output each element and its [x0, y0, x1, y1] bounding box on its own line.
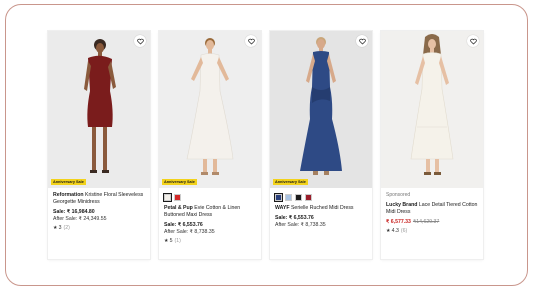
favorite-heart-icon[interactable] — [245, 35, 257, 47]
model-photo — [270, 31, 372, 188]
swatch-light-blue[interactable] — [285, 193, 292, 201]
rating-value: 4.3 — [391, 228, 399, 234]
product-card-wayf[interactable]: Anniversary Sale WAYF Serielle Ruched Mi… — [270, 31, 372, 259]
rating-value: 5 — [169, 238, 173, 244]
color-swatches — [273, 192, 367, 202]
original-price: ₹14,629.37 — [412, 219, 440, 225]
product-title[interactable]: Petal & Pup Evie Cotton & Linen Buttoned… — [164, 205, 256, 219]
brand-name: Reformation — [53, 192, 84, 198]
sale-price: ₹ 16,984.80 — [66, 209, 95, 215]
sale-label: Sale: — [164, 222, 177, 228]
sale-label: Sale: — [53, 209, 66, 215]
after-sale-price: After Sale: ₹ 8,738.35 — [275, 222, 326, 228]
product-image[interactable]: Anniversary Sale — [159, 31, 261, 188]
product-image[interactable] — [381, 31, 483, 188]
model-photo — [159, 31, 261, 188]
sponsored-label: Sponsored — [386, 192, 411, 198]
product-card-petal-pup[interactable]: Anniversary Sale Petal & Pup Evie Cotton… — [159, 31, 261, 259]
product-card-lucky-brand[interactable]: Sponsored Lucky Brand Lace Detail Tiered… — [381, 31, 483, 259]
review-count: (6) — [400, 228, 408, 234]
review-count: (1) — [174, 238, 181, 244]
anniversary-sale-badge: Anniversary Sale — [51, 178, 86, 185]
anniversary-sale-badge: Anniversary Sale — [162, 178, 197, 185]
favorite-heart-icon[interactable] — [356, 35, 368, 47]
product-card-reformation[interactable]: Anniversary Sale Reformation Kristine Fl… — [48, 31, 150, 259]
star-icon: ★ — [53, 225, 58, 231]
model-photo — [381, 31, 483, 188]
product-image[interactable]: Anniversary Sale — [270, 31, 372, 188]
after-sale-price: After Sale: ₹ 8,738.35 — [164, 229, 215, 235]
star-icon: ★ — [386, 228, 391, 234]
swatch-black[interactable] — [295, 193, 302, 201]
after-sale-price: After Sale: ₹ 24,349.55 — [53, 216, 107, 222]
rating: ★ 5 (1) — [164, 238, 256, 245]
brand-name: WAYF — [275, 205, 290, 211]
swatch-navy[interactable] — [273, 192, 284, 202]
product-title[interactable]: Reformation Kristine Floral Sleeveless G… — [53, 192, 145, 206]
star-icon: ★ — [164, 238, 169, 244]
sale-price: ₹ 6,577.33 — [386, 219, 411, 225]
product-name: Serielle Ruched Midi Dress — [290, 205, 354, 211]
sale-price: ₹ 6,553.76 — [177, 222, 203, 228]
swatch-white[interactable] — [162, 192, 173, 202]
sale-price-line: Sale: ₹ 6,553.76 — [275, 215, 367, 222]
rating: ★ 4.3 (6) — [386, 228, 478, 235]
brand-name: Lucky Brand — [386, 202, 418, 208]
swatch-red[interactable] — [174, 193, 181, 201]
favorite-heart-icon[interactable] — [467, 35, 479, 47]
sale-price: ₹ 6,553.76 — [288, 215, 314, 221]
product-title[interactable]: Lucky Brand Lace Detail Tiered Cotton Mi… — [386, 202, 478, 216]
rating-value: 3 — [58, 225, 62, 231]
product-image[interactable]: Anniversary Sale — [48, 31, 150, 188]
sale-label: Sale: — [275, 215, 288, 221]
favorite-heart-icon[interactable] — [134, 35, 146, 47]
product-title[interactable]: WAYF Serielle Ruched Midi Dress — [275, 205, 367, 212]
swatch-burgundy[interactable] — [305, 193, 312, 201]
sale-price-line: Sale: ₹ 16,984.80 — [53, 209, 145, 216]
rating: ★ 3 (2) — [53, 225, 145, 232]
color-swatches — [162, 192, 256, 202]
brand-name: Petal & Pup — [164, 205, 193, 211]
review-count: (2) — [63, 225, 70, 231]
sale-price-line: ₹ 6,577.33 ₹14,629.37 — [386, 219, 478, 226]
anniversary-sale-badge: Anniversary Sale — [273, 178, 308, 185]
model-photo — [48, 31, 150, 188]
sale-price-line: Sale: ₹ 6,553.76 — [164, 222, 256, 229]
